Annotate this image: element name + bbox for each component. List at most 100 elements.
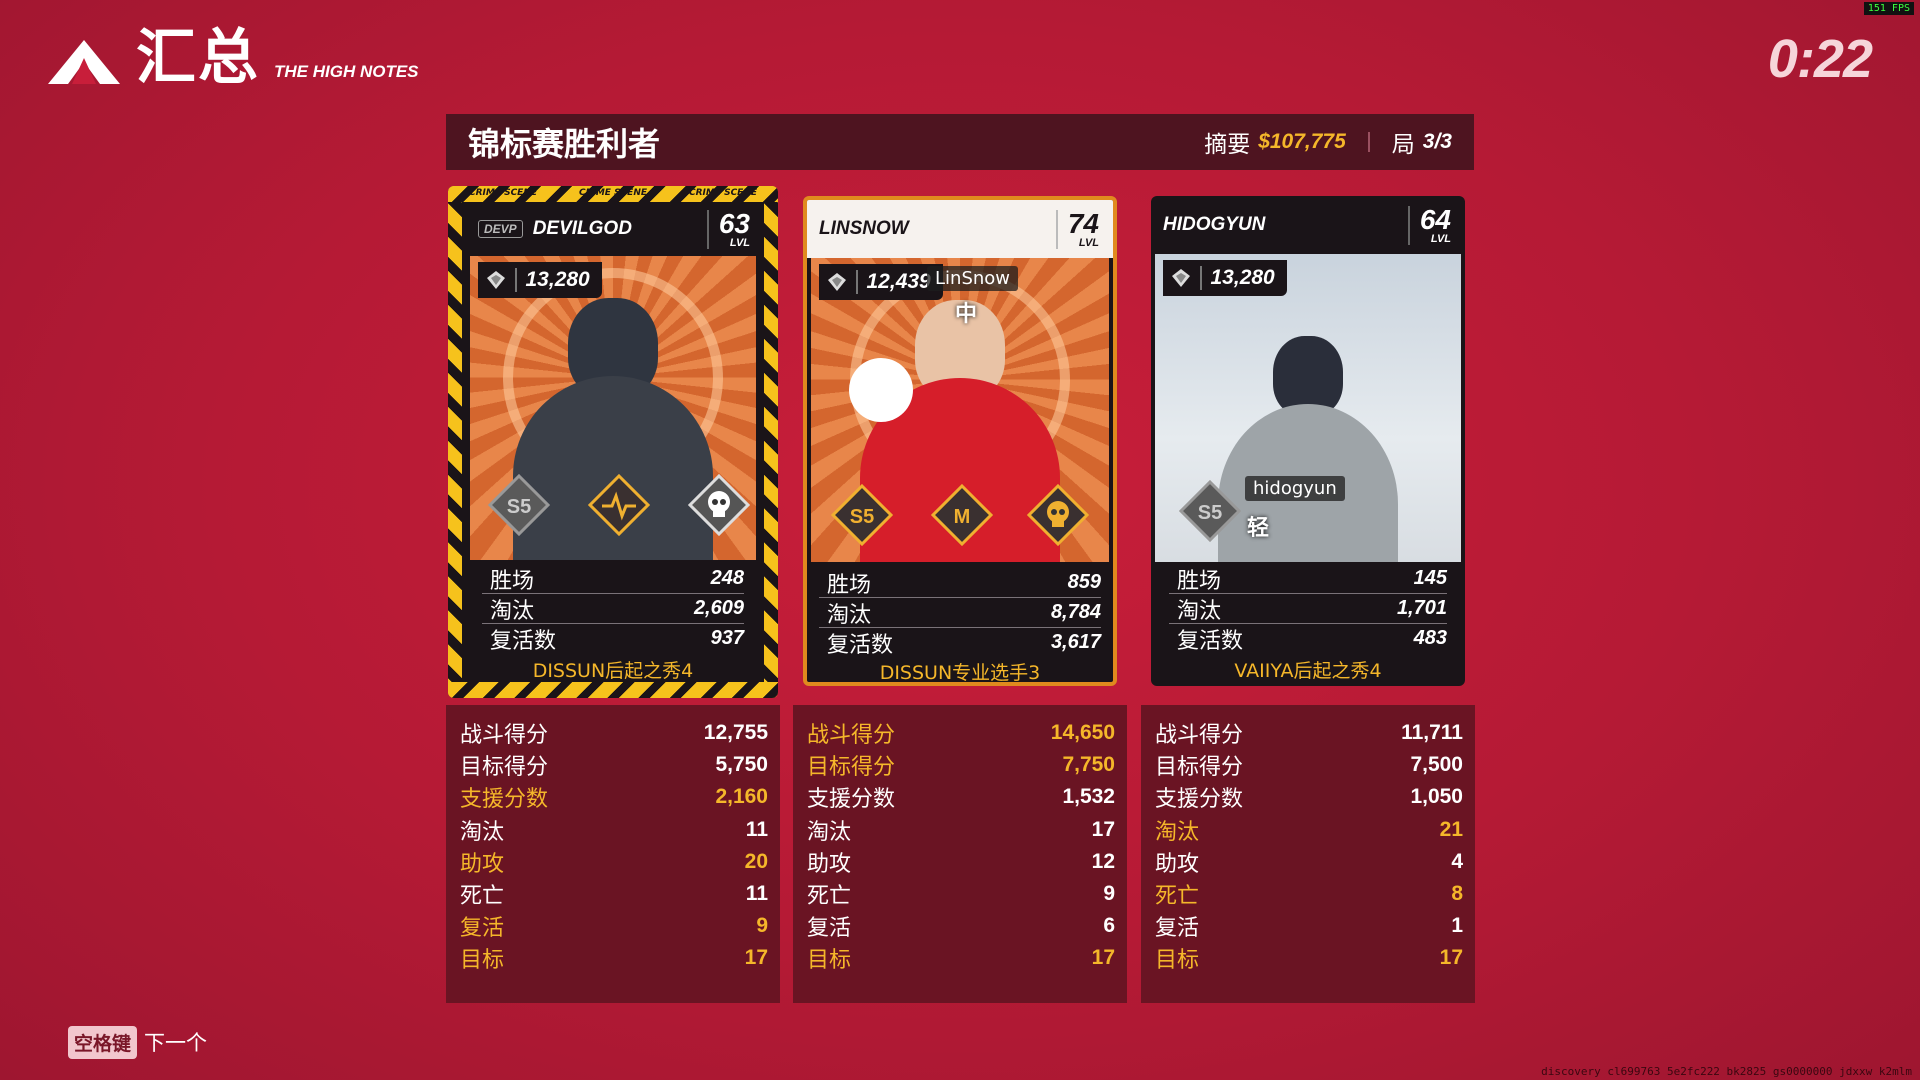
stat-row: 胜场 859 (819, 568, 1101, 598)
rank-diamond-icon (828, 273, 846, 291)
player-nametag: LinSnow (927, 266, 1019, 291)
svg-text:S5: S5 (1198, 502, 1222, 524)
player-name: HIDOGYUN (1163, 214, 1266, 235)
score-row: 死亡 11 (446, 878, 780, 910)
rank-score: 13,280 (525, 268, 590, 291)
score-value: 7,750 (1062, 753, 1115, 777)
score-row: 死亡 8 (1141, 878, 1475, 910)
level-display: 63 LVL (706, 209, 750, 249)
stat-row: 复活数 3,617 (827, 631, 1101, 658)
game-logo-icon (48, 40, 120, 84)
score-value: 17 (1439, 946, 1463, 970)
rank-score-chip: 13,280 (1163, 260, 1287, 296)
score-row: 淘汰 11 (446, 814, 780, 846)
player-card-devilgod[interactable]: CRIME SCENE CRIME SCENE CRIME SCENE DEVP D… (448, 186, 778, 698)
spacebar-key-hint[interactable]: 空格键 (68, 1026, 138, 1059)
round-label: 局 (1391, 132, 1415, 158)
level-display: 64 LVL (1407, 205, 1451, 245)
score-value: 17 (1091, 817, 1115, 841)
player-name: DEVILGOD (532, 218, 632, 239)
score-panel-devilgod: 战斗得分 12,755 目标得分 5,750 支援分数 2,160 淘汰 11 助攻 20 死亡 11… (446, 705, 780, 1003)
score-value: 12,755 (703, 721, 768, 745)
score-value: 17 (1091, 946, 1115, 970)
next-action-label[interactable]: 下一个 (144, 1027, 207, 1057)
score-row: 死亡 9 (793, 878, 1127, 910)
player-card-hidogyun[interactable]: HIDOGYUN 64 LVL 13,280 hidogyun 轻 S5 胜场 1… (1151, 196, 1465, 686)
score-value: 5,750 (715, 753, 768, 777)
score-value: 1,050 (1410, 785, 1463, 809)
score-label: 目标得分 (807, 755, 896, 781)
stat-row: 胜场 145 (1169, 564, 1447, 594)
career-stats: 胜场 248 淘汰 2,609 复活数 937 (482, 564, 744, 654)
player-name: LINSNOW (819, 218, 909, 239)
card-header: DEVP DEVILGOD 63 LVL (462, 200, 764, 258)
score-label: 助攻 (460, 851, 505, 877)
score-value: 4 (1451, 849, 1463, 873)
score-label: 目标 (460, 948, 505, 974)
career-stats: 胜场 145 淘汰 1,701 复活数 483 (1169, 564, 1447, 654)
score-row: 目标 17 (793, 942, 1127, 974)
score-row: 战斗得分 14,650 (793, 717, 1127, 749)
score-row: 助攻 12 (793, 846, 1127, 878)
score-value: 12 (1091, 849, 1115, 873)
player-nametag: hidogyun (1245, 476, 1345, 501)
score-label: 淘汰 (807, 819, 852, 845)
score-panel-hidogyun: 战斗得分 11,711 目标得分 7,500 支援分数 1,050 淘汰 21 助攻 4 死亡 8 复活… (1141, 705, 1475, 1003)
score-label: 复活 (807, 916, 852, 942)
fps-counter: 151 FPS (1863, 2, 1914, 15)
stat-row: 淘汰 2,609 (482, 594, 744, 624)
tape-border-bottom (448, 682, 778, 698)
badge-season-5-icon: S5 (1178, 479, 1242, 543)
rank-score: 12,439 (866, 270, 931, 293)
skull-icon (1026, 483, 1090, 547)
score-row: 支援分数 2,160 (446, 781, 780, 813)
score-value: 9 (1103, 882, 1115, 906)
match-summary: 摘要 $107,775 局 3/3 (1204, 125, 1452, 159)
stat-row: 胜场 248 (482, 564, 744, 594)
score-value: 9 (756, 914, 768, 938)
player-title: VAIIYA后起之秀4 (1234, 660, 1382, 682)
round-value: 3/3 (1422, 130, 1452, 153)
badge-season-5-icon: S5 (830, 483, 894, 547)
score-label: 死亡 (460, 884, 505, 910)
svg-text:S5: S5 (850, 506, 874, 528)
score-value: 21 (1439, 817, 1463, 841)
score-row: 淘汰 17 (793, 814, 1127, 846)
score-value: 6 (1103, 914, 1115, 938)
score-row: 目标得分 5,750 (446, 749, 780, 781)
tape-border-right (764, 186, 778, 698)
tape-text-top: CRIME SCENE CRIME SCENE CRIME SCENE (468, 188, 758, 198)
card-header: HIDOGYUN 64 LVL (1151, 196, 1465, 254)
score-row: 淘汰 21 (1141, 814, 1475, 846)
player-portrait: 13,280 hidogyun 轻 S5 (1155, 254, 1461, 562)
score-label: 死亡 (1155, 884, 1200, 910)
score-label: 战斗得分 (807, 723, 896, 749)
score-row: 战斗得分 11,711 (1141, 717, 1475, 749)
score-value: 17 (744, 946, 768, 970)
summary-value: $107,775 (1258, 130, 1346, 153)
score-row: 目标 17 (1141, 942, 1475, 974)
badge-m-icon: M (930, 483, 994, 547)
card-header: LINSNOW 74 LVL (807, 200, 1113, 258)
score-value: 2,160 (715, 785, 768, 809)
svg-text:S5: S5 (507, 496, 531, 518)
stat-row: 复活数 937 (490, 627, 744, 654)
score-row: 支援分数 1,532 (793, 781, 1127, 813)
score-row: 支援分数 1,050 (1141, 781, 1475, 813)
level-label: LVL (729, 236, 750, 249)
level-number: 74 (1067, 207, 1099, 239)
score-value: 7,500 (1410, 753, 1463, 777)
score-label: 死亡 (807, 884, 852, 910)
skull-icon (687, 473, 751, 537)
level-label: LVL (1430, 232, 1451, 245)
score-label: 淘汰 (460, 819, 505, 845)
player-card-linsnow[interactable]: LINSNOW 74 LVL 12,439 LinSnow 中 S5 M 胜场 8… (803, 196, 1117, 686)
score-row: 目标得分 7,750 (793, 749, 1127, 781)
score-label: 支援分数 (807, 787, 896, 813)
rank-score: 13,280 (1210, 266, 1275, 289)
score-value: 20 (744, 849, 768, 873)
score-row: 助攻 4 (1141, 846, 1475, 878)
score-row: 助攻 20 (446, 846, 780, 878)
build-info: discovery cl699763 5e2fc222 bk2825 gs000… (1541, 1065, 1912, 1078)
winner-banner: 锦标赛胜利者 摘要 $107,775 局 3/3 (446, 114, 1474, 170)
